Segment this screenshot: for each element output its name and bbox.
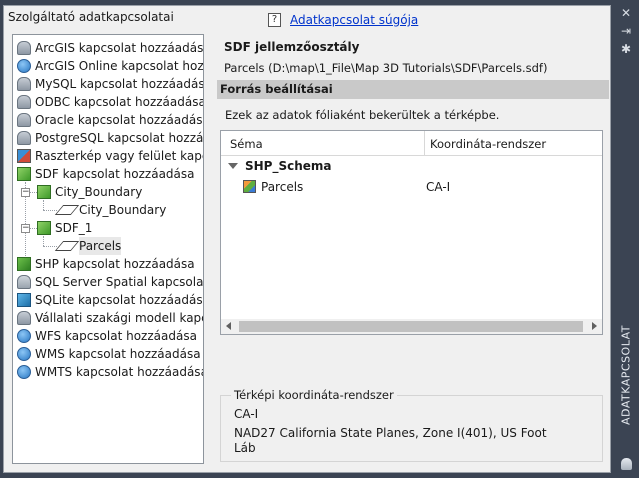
tree-connector: [43, 210, 57, 211]
globe-icon: [17, 347, 31, 361]
source-settings-info: Ezek az adatok fóliaként bekerültek a té…: [225, 108, 500, 122]
globe-icon: [17, 365, 31, 379]
grid-header: Séma Koordináta-rendszer: [221, 131, 602, 156]
tree-item-arcgis-online[interactable]: ArcGIS Online kapcsolat hozzáadása: [17, 57, 203, 75]
database-icon: [618, 458, 634, 472]
help-icon[interactable]: ?: [268, 13, 281, 27]
tree-item-postgresql[interactable]: PostgreSQL kapcsolat hozzáadása: [17, 129, 203, 147]
scroll-left-icon[interactable]: [226, 322, 231, 330]
feature-class-path: Parcels (D:\map\1_File\Map 3D Tutorials\…: [224, 61, 548, 75]
globe-icon: [17, 329, 31, 343]
schema-row[interactable]: SHP_Schema: [221, 156, 602, 176]
tree-item-enterprise-industry-model[interactable]: Vállalati szakági modell kapcsolat hozzá…: [17, 309, 203, 327]
provider-tree[interactable]: − − ArcGIS kapcsolat hozzáadása ArcGIS O…: [12, 34, 204, 464]
map-crs-label: Térképi koordináta-rendszer: [231, 388, 397, 402]
scroll-right-icon[interactable]: [592, 322, 597, 330]
tree-item-city-boundary-connection[interactable]: City_Boundary: [37, 183, 142, 201]
collapse-arrow-icon[interactable]: [228, 163, 238, 169]
database-icon: [17, 131, 31, 145]
layer-icon: [54, 241, 80, 251]
tree-item-oracle[interactable]: Oracle kapcsolat hozzáadása: [17, 111, 203, 129]
shp-icon: [17, 257, 31, 271]
database-icon: [17, 77, 31, 91]
tree-item-wms[interactable]: WMS kapcsolat hozzáadása: [17, 345, 201, 363]
tree-item-parcels[interactable]: Parcels: [54, 237, 122, 255]
close-icon[interactable]: ✕: [618, 6, 634, 20]
map-crs-unit: Láb: [234, 441, 256, 455]
column-header-crs[interactable]: Koordináta-rendszer: [430, 137, 546, 151]
palette-title: ADATKAPCSOLAT: [619, 325, 633, 425]
schema-name: SHP_Schema: [245, 159, 332, 173]
pin-icon[interactable]: ⇥: [618, 24, 634, 38]
provider-connections-title: Szolgáltató adatkapcsolatai: [8, 10, 174, 24]
tree-item-wmts[interactable]: WMTS kapcsolat hozzáadása: [17, 363, 203, 381]
layer-icon: [54, 205, 80, 215]
tree-item-sqlite[interactable]: SQLite kapcsolat hozzáadása: [17, 291, 203, 309]
crs-cell: CA-I: [426, 180, 451, 194]
feature-name-cell: Parcels: [261, 180, 304, 194]
tree-item-sdf[interactable]: SDF kapcsolat hozzáadása: [17, 165, 195, 183]
tree-connector: [43, 236, 44, 246]
tree-connector: [43, 200, 44, 210]
tree-item-odbc[interactable]: ODBC kapcsolat hozzáadása: [17, 93, 203, 111]
tree-item-shp[interactable]: SHP kapcsolat hozzáadása: [17, 255, 195, 273]
sdf-icon: [37, 185, 51, 199]
tree-item-mysql[interactable]: MySQL kapcsolat hozzáadása: [17, 75, 203, 93]
tree-item-sdf-1[interactable]: SDF_1: [37, 219, 92, 237]
sdf-icon: [17, 167, 31, 181]
database-icon: [17, 311, 31, 325]
sdf-icon: [37, 221, 51, 235]
tree-item-arcgis[interactable]: ArcGIS kapcsolat hozzáadása: [17, 39, 203, 57]
tree-connector: [43, 246, 57, 247]
column-divider[interactable]: [424, 131, 425, 156]
table-row[interactable]: Parcels CA-I: [221, 177, 602, 197]
tree-item-raster[interactable]: Raszterkép vagy felület kapcsolat hozzáa…: [17, 147, 203, 165]
collapse-toggle[interactable]: −: [21, 188, 30, 197]
palette-side-strip: ✕ ⇥ ✱ ADATKAPCSOLAT: [613, 0, 639, 478]
globe-icon: [17, 59, 31, 73]
database-icon: [17, 113, 31, 127]
settings-icon[interactable]: ✱: [618, 42, 634, 56]
horizontal-scrollbar[interactable]: [221, 319, 602, 334]
tree-item-wfs[interactable]: WFS kapcsolat hozzáadása: [17, 327, 197, 345]
tree-item-sql-server-spatial[interactable]: SQL Server Spatial kapcsolat hozzáadása: [17, 273, 203, 291]
database-icon: [17, 41, 31, 55]
source-settings-header: Forrás beállításai: [217, 80, 609, 99]
raster-icon: [17, 149, 31, 163]
collapse-toggle[interactable]: −: [21, 224, 30, 233]
database-icon: [17, 95, 31, 109]
schema-grid: Séma Koordináta-rendszer SHP_Schema Parc…: [220, 130, 603, 335]
scrollbar-thumb[interactable]: [239, 321, 583, 332]
column-header-schema[interactable]: Séma: [230, 137, 263, 151]
database-icon: [17, 275, 31, 289]
feature-class-title: SDF jellemzőosztály: [224, 40, 360, 54]
tree-item-city-boundary-layer[interactable]: City_Boundary: [54, 201, 166, 219]
feature-class-icon: [243, 180, 256, 193]
map-crs-description: NAD27 California State Planes, Zone I(40…: [234, 426, 547, 440]
data-connect-window: Szolgáltató adatkapcsolatai − − ArcGIS k…: [0, 0, 639, 478]
sqlite-icon: [17, 293, 31, 307]
data-connect-help-link[interactable]: Adatkapcsolat súgója: [290, 13, 418, 27]
map-crs-code: CA-I: [234, 407, 259, 421]
